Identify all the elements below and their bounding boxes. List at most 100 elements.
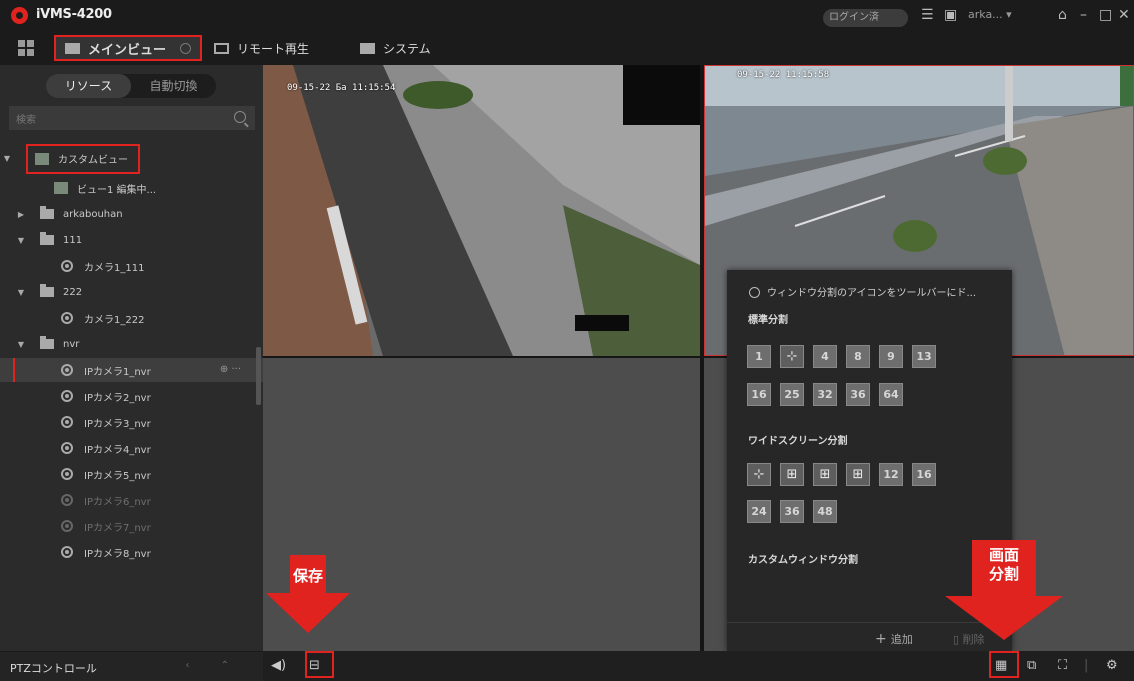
fullscreen-icon[interactable]: ⛶	[1058, 659, 1067, 673]
camera-icon	[61, 468, 73, 480]
folder-icon	[40, 336, 54, 349]
speaker-icon[interactable]: ◀)	[271, 659, 286, 673]
split-13[interactable]: 13	[912, 345, 936, 368]
tree-item-ipcam5[interactable]: IPカメラ5_nvr	[0, 462, 263, 486]
split-custom-cross[interactable]: ⊹	[780, 345, 804, 368]
panel-switch: リソース 自動切換	[46, 74, 216, 98]
standard-split-title: 標準分割	[748, 315, 788, 326]
split-annotation-label: 画面 分割	[972, 546, 1036, 584]
user-menu[interactable]: arka... ▾	[968, 8, 1012, 21]
minimize-icon[interactable]: –	[1080, 7, 1087, 23]
snapshot-icon[interactable]: ⧉	[1027, 659, 1036, 673]
split-annotation-line1: 画面	[988, 546, 1019, 564]
add-custom-split-button[interactable]: + 追加	[875, 631, 913, 647]
tree-item-nvr[interactable]: ▼ nvr	[0, 332, 263, 356]
split-64[interactable]: 64	[879, 383, 903, 406]
tree-label: IPカメラ2_nvr	[84, 392, 151, 404]
camera-feed-1	[263, 65, 700, 356]
app-logo-icon	[11, 7, 28, 24]
tab-system-label: システム	[383, 41, 431, 56]
search-input[interactable]: 検索	[9, 106, 255, 130]
split-4[interactable]: 4	[813, 345, 837, 368]
tab-main-view-label: メインビュー	[88, 42, 167, 58]
tree-item-222[interactable]: ▼ 222	[0, 280, 263, 304]
toolbar-divider: |	[1084, 658, 1089, 673]
title-bar: iVMS-4200 ログイン済 ☰ ▣ arka... ▾ ⌂ – □ ✕	[0, 0, 1134, 32]
resource-tab[interactable]: リソース	[46, 74, 131, 98]
save-highlight-box	[305, 651, 334, 678]
tree-item-arkabouhan[interactable]: ▶ arkabouhan	[0, 202, 263, 226]
tree-label: IPカメラ7_nvr	[84, 522, 151, 534]
tree-label: IPカメラ6_nvr	[84, 496, 151, 508]
wide-split-c[interactable]: ⊞	[813, 463, 837, 486]
caret-down-icon[interactable]: ▼	[14, 236, 28, 245]
wide-split-12[interactable]: 12	[879, 463, 903, 486]
tab-main-view[interactable]: メインビュー	[54, 35, 202, 61]
tree-item-camera-222[interactable]: カメラ1_222	[0, 306, 263, 330]
tab-system[interactable]: システム	[360, 35, 431, 61]
wide-split-48[interactable]: 48	[813, 500, 837, 523]
tab-remote-playback[interactable]: リモート再生	[214, 35, 309, 61]
wide-split-d[interactable]: ⊞	[846, 463, 870, 486]
tree-item-ipcam2[interactable]: IPカメラ2_nvr	[0, 384, 263, 408]
wide-split-b[interactable]: ⊞	[780, 463, 804, 486]
tree-item-ipcam6[interactable]: IPカメラ6_nvr	[0, 488, 263, 512]
tree-label: カメラ1_111	[84, 262, 145, 274]
tree-item-ipcam8[interactable]: IPカメラ8_nvr	[0, 540, 263, 564]
search-icon[interactable]	[234, 111, 246, 123]
camera-icon	[61, 442, 73, 454]
split-36[interactable]: 36	[846, 383, 870, 406]
caret-right-icon[interactable]: ▶	[14, 210, 28, 219]
save-icon[interactable]: ▣	[944, 7, 957, 23]
tree-item-111[interactable]: ▼ 111	[0, 228, 263, 252]
split-annotation-arrow: 画面 分割	[945, 540, 1063, 640]
tree-item-ipcam4[interactable]: IPカメラ4_nvr	[0, 436, 263, 460]
module-grid-icon[interactable]	[18, 40, 34, 56]
wide-split-a[interactable]: ⊹	[747, 463, 771, 486]
settings-icon[interactable]: ⚙	[1106, 659, 1118, 673]
tree-label: IPカメラ5_nvr	[84, 470, 151, 482]
row-actions[interactable]: ⊕ ···	[220, 364, 241, 375]
tree-label: カメラ1_222	[84, 314, 145, 326]
list-icon[interactable]: ☰	[921, 7, 934, 23]
tree-item-camera-111[interactable]: カメラ1_111	[0, 254, 263, 278]
split-highlight-box	[989, 651, 1019, 678]
caret-down-icon[interactable]: ▼	[14, 340, 28, 349]
folder-icon	[40, 206, 54, 219]
split-32[interactable]: 32	[813, 383, 837, 406]
tab-remote-playback-label: リモート再生	[237, 41, 310, 56]
wide-split-24[interactable]: 24	[747, 500, 771, 523]
maximize-icon[interactable]: □	[1099, 7, 1112, 23]
ptz-toggle-icons[interactable]: ‹ ⌃	[185, 660, 243, 671]
tree-item-view1[interactable]: ビュー1 編集中...	[0, 176, 263, 200]
tree-item-ipcam1[interactable]: IPカメラ1_nvr ⊕ ···	[0, 358, 263, 382]
video-pane-1[interactable]: 09-15-22 Ба 11:15:54	[263, 65, 700, 356]
osd-timestamp-1: 09-15-22 Ба 11:15:54	[287, 83, 396, 93]
tree-item-custom-view[interactable]: ▼ カスタムビュー	[0, 142, 263, 175]
split-9[interactable]: 9	[879, 345, 903, 368]
split-25[interactable]: 25	[780, 383, 804, 406]
wide-split-16[interactable]: 16	[912, 463, 936, 486]
tree-item-ipcam7[interactable]: IPカメラ7_nvr	[0, 514, 263, 538]
tree-item-ipcam3[interactable]: IPカメラ3_nvr	[0, 410, 263, 434]
caret-down-icon[interactable]: ▼	[0, 154, 14, 163]
search-placeholder: 検索	[16, 115, 36, 126]
auto-switch-tab[interactable]: 自動切換	[131, 74, 216, 98]
wide-split-36[interactable]: 36	[780, 500, 804, 523]
tab-close-icon[interactable]	[180, 42, 192, 54]
playback-icon	[214, 42, 229, 54]
lock-icon[interactable]: ⌂	[1058, 7, 1067, 23]
split-hint: ウィンドウ分割のアイコンをツールバーにド...	[749, 284, 976, 299]
ptz-control-bar[interactable]: PTZコントロール ‹ ⌃	[0, 651, 263, 681]
tree-scrollbar[interactable]	[256, 347, 261, 405]
split-8[interactable]: 8	[846, 345, 870, 368]
login-status-badge[interactable]: ログイン済	[823, 9, 908, 27]
split-1[interactable]: 1	[747, 345, 771, 368]
view-group-icon	[35, 152, 49, 165]
save-annotation-label: 保存	[292, 567, 323, 585]
caret-down-icon[interactable]: ▼	[14, 288, 28, 297]
close-icon[interactable]: ✕	[1118, 7, 1130, 23]
split-16[interactable]: 16	[747, 383, 771, 406]
camera-icon	[61, 546, 73, 558]
login-status-label: ログイン済	[829, 12, 879, 23]
